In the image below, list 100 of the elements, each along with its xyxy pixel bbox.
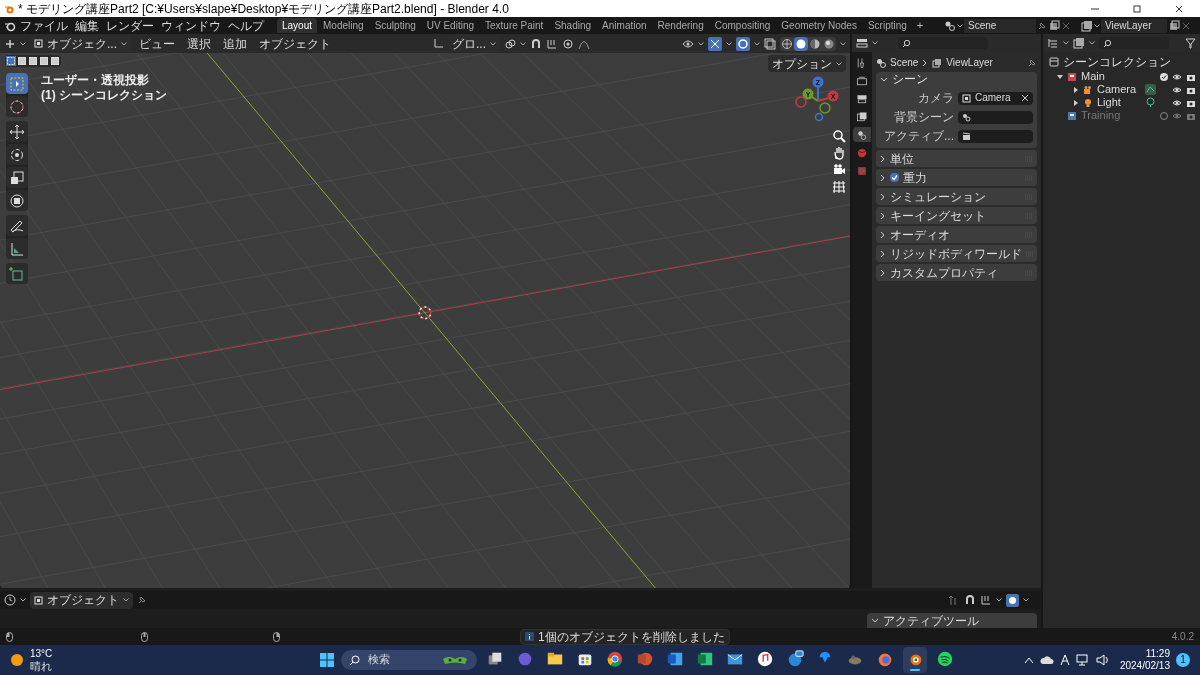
pin-icon[interactable] — [137, 595, 147, 605]
menu-item[interactable]: ファイル — [17, 18, 71, 33]
snap-icon[interactable] — [964, 594, 976, 606]
search-field[interactable] — [898, 37, 988, 49]
ime-icon[interactable] — [1059, 654, 1070, 666]
scene-field[interactable]: Scene — [964, 18, 1036, 33]
restore-icon[interactable] — [1132, 3, 1142, 14]
workspace-tab[interactable]: Rendering — [652, 18, 709, 33]
transform-orientation-icon[interactable] — [433, 38, 444, 49]
view-layer-icon[interactable] — [1081, 19, 1093, 32]
eye-icon[interactable] — [1172, 97, 1182, 108]
collapsed-panel[interactable]: 重力 — [876, 169, 1037, 186]
collapsed-panel[interactable]: リジッドボディワールド — [876, 245, 1037, 262]
workspace-tab[interactable]: Sculpting — [369, 18, 421, 33]
snap-icon[interactable] — [530, 37, 543, 50]
clock-icon[interactable] — [4, 594, 16, 606]
workspace-tab[interactable]: Texture Paint — [480, 18, 549, 33]
tool-button[interactable] — [6, 73, 28, 94]
menu-item[interactable]: オブジェクト — [255, 36, 335, 51]
field-input[interactable] — [958, 129, 1033, 143]
camera-data-icon[interactable] — [1145, 84, 1156, 95]
tool-button[interactable] — [6, 167, 28, 188]
close-icon[interactable] — [1174, 3, 1184, 14]
network-icon[interactable] — [1075, 654, 1090, 666]
pin-icon[interactable] — [1037, 20, 1047, 31]
outliner-icon[interactable] — [1047, 37, 1059, 49]
grid-icon[interactable] — [832, 180, 846, 194]
pin-icon[interactable] — [1027, 57, 1037, 68]
workspace-tab[interactable]: Compositing — [709, 18, 776, 33]
collapsed-panel[interactable]: キーイングセット — [876, 207, 1037, 224]
disclosure-triangle-icon[interactable] — [1057, 73, 1063, 80]
sun-icon[interactable] — [10, 653, 24, 667]
tool-button[interactable] — [6, 190, 28, 211]
taskbar-search-field[interactable]: 検索 — [341, 650, 478, 670]
tree-item[interactable]: Light — [1097, 95, 1141, 110]
tool-button[interactable] — [6, 238, 28, 259]
menu-item[interactable]: 選択 — [183, 36, 215, 51]
workspace-tab[interactable]: Modeling — [318, 18, 369, 33]
collapsed-panel[interactable]: オーディオ — [876, 226, 1037, 243]
workspace-tab[interactable]: Scripting — [862, 18, 912, 33]
properties-editor-icon[interactable] — [856, 37, 868, 49]
field-input[interactable] — [958, 110, 1033, 124]
workspace-tab[interactable]: Layout — [277, 18, 318, 33]
snap-increment-icon[interactable] — [546, 37, 559, 50]
exclude-checkbox[interactable] — [1160, 72, 1168, 81]
options-button[interactable]: オプション — [768, 55, 846, 72]
hand-icon[interactable] — [832, 146, 846, 160]
overlay-toggle-icon[interactable] — [1006, 593, 1019, 607]
snap-increment-icon[interactable] — [980, 594, 992, 606]
start-icon[interactable] — [319, 652, 336, 668]
scene-icon[interactable] — [944, 19, 956, 32]
workspace-tab[interactable]: Shading — [549, 18, 597, 33]
overlay-toggle-icon[interactable] — [736, 36, 750, 51]
duplicate-icon[interactable] — [1048, 19, 1060, 32]
notification-badge[interactable]: 1 — [1176, 653, 1190, 667]
gizmo-toggle-icon[interactable] — [708, 36, 722, 51]
menu-item[interactable]: ウィンドウ — [158, 18, 224, 33]
workspace-tab[interactable]: Geometry Nodes — [776, 18, 862, 33]
collapsed-panel[interactable]: シミュレーション — [876, 188, 1037, 205]
menu-item[interactable]: 編集 — [72, 18, 102, 33]
tool-button[interactable] — [6, 144, 28, 165]
volume-icon[interactable] — [1095, 654, 1110, 666]
shading-button[interactable] — [794, 36, 808, 51]
menu-item[interactable]: ビュー — [135, 36, 179, 51]
panel-title[interactable]: シーン — [892, 72, 928, 87]
chevron-up-icon[interactable] — [1023, 656, 1034, 664]
duplicate-icon[interactable] — [1168, 19, 1180, 32]
menu-item[interactable]: 追加 — [219, 36, 251, 51]
filter-icon[interactable] — [1185, 37, 1196, 49]
tree-item[interactable]: シーンコレクション — [1063, 54, 1171, 70]
taskbar-app[interactable] — [903, 647, 928, 673]
menu-item[interactable]: ヘルプ — [225, 18, 267, 33]
pivot-icon[interactable] — [504, 37, 517, 50]
active-tool-panel[interactable]: アクティブツール — [867, 613, 1037, 628]
add-workspace-button[interactable]: + — [912, 18, 928, 33]
workspace-tab[interactable]: Animation — [597, 18, 652, 33]
tool-button[interactable] — [6, 121, 28, 142]
camera-icon[interactable] — [832, 163, 846, 177]
panel-checkbox[interactable] — [890, 173, 899, 182]
workspace-tab[interactable]: UV Editing — [421, 18, 479, 33]
editor-type-icon[interactable] — [4, 37, 16, 50]
shading-button[interactable] — [780, 36, 794, 51]
collapsed-panel[interactable]: 単位 — [876, 150, 1037, 167]
cloud-icon[interactable] — [1039, 655, 1054, 665]
light-data-icon[interactable] — [1145, 97, 1156, 108]
properties-tab[interactable] — [853, 127, 871, 142]
tree-item[interactable]: Camera — [1097, 82, 1141, 97]
search-field[interactable] — [1099, 37, 1169, 49]
proportional-edit-icon[interactable] — [562, 37, 575, 50]
tool-button[interactable] — [6, 215, 28, 236]
collapsed-panel[interactable]: カスタムプロパティ — [876, 264, 1037, 281]
field-input[interactable]: Camera — [958, 91, 1033, 105]
visibility-icon[interactable] — [682, 37, 694, 50]
display-mode-icon[interactable] — [1073, 37, 1085, 49]
zoom-icon[interactable] — [832, 129, 846, 143]
xray-icon[interactable] — [764, 37, 776, 50]
view-layer-field[interactable]: ViewLayer — [1101, 18, 1167, 33]
eye-icon[interactable] — [1172, 84, 1182, 95]
menu-item[interactable]: レンダー — [103, 18, 157, 33]
clear-icon[interactable] — [1021, 94, 1029, 102]
